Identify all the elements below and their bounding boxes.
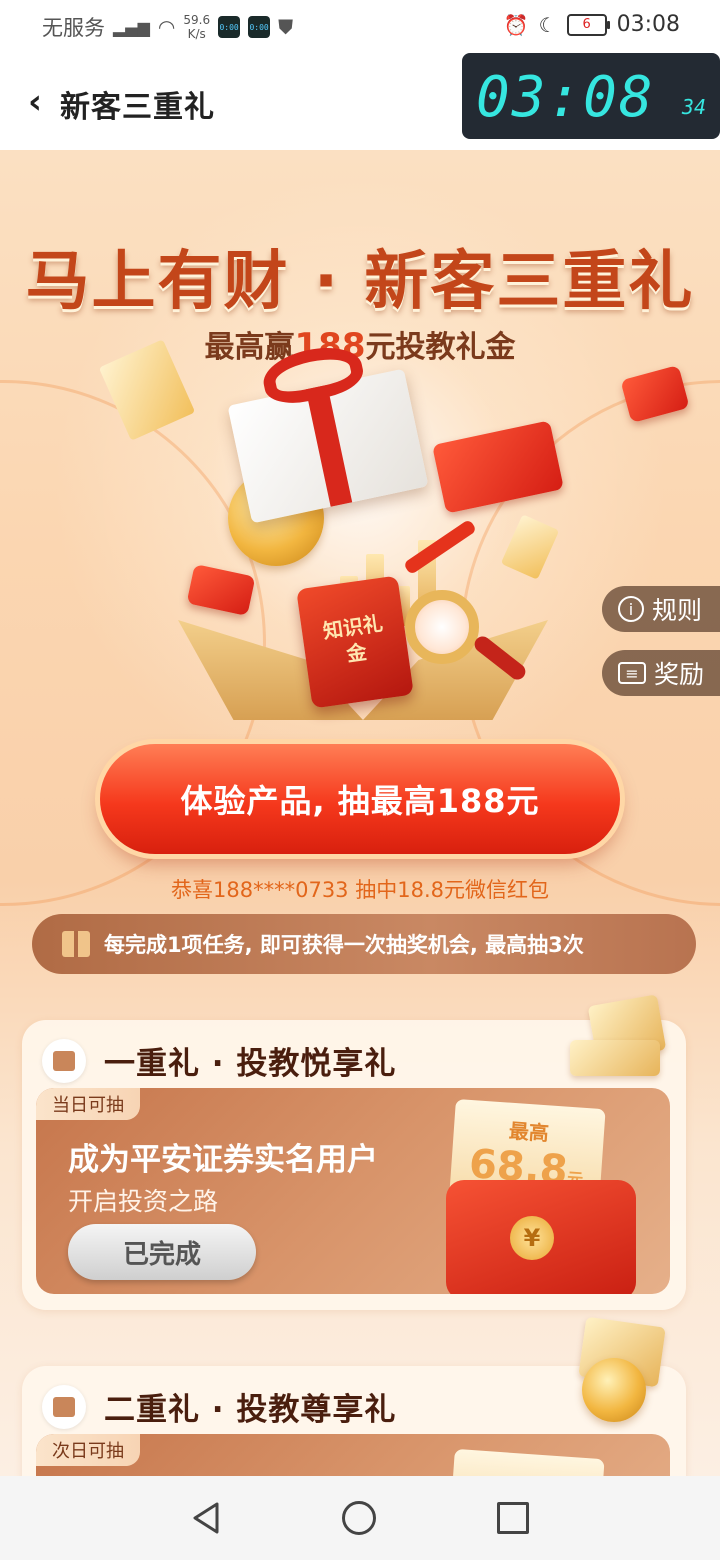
clock-main: 03:08	[476, 65, 655, 130]
status-time: 03:08	[616, 12, 680, 37]
gift-icon	[62, 931, 90, 957]
notice-text: 每完成1项任务, 即可获得一次抽奖机会, 最高抽3次	[104, 933, 584, 957]
carrier-label: 无服务	[42, 16, 105, 40]
rewards-label: 奖励	[654, 660, 705, 689]
wifi-icon: ◠	[157, 15, 176, 39]
clock-app-icon-2: 0:00	[248, 16, 271, 38]
moon-icon: ☾	[538, 12, 557, 37]
back-arrow-icon[interactable]: ‹	[28, 82, 42, 122]
task-panel: 当日可抽 成为平安证券实名用户 开启投资之路 已完成 最高 68.8元 ¥	[36, 1088, 670, 1294]
floating-clock-widget[interactable]: 03:08 34	[462, 53, 720, 139]
lottery-notice-bar: 每完成1项任务, 即可获得一次抽奖机会, 最高抽3次	[32, 914, 696, 974]
gift-icon	[42, 1384, 86, 1429]
prize-ticket	[449, 1448, 605, 1476]
page-title: 新客三重礼	[60, 90, 215, 125]
reward-card-2: 二重礼 · 投教尊享礼 次日可抽	[22, 1316, 686, 1476]
status-right: ⏰ ☾ 6 03:08	[504, 12, 680, 37]
system-nav-bar	[0, 1476, 720, 1560]
task-completed-button[interactable]: 已完成	[68, 1224, 256, 1280]
nav-recent-apps-icon[interactable]	[497, 1502, 530, 1534]
rules-label: 规则	[652, 596, 703, 625]
card-title: 二重礼 · 投教尊享礼	[104, 1392, 397, 1428]
status-left: 无服务 ▂▄▆ ◠ 59.6 K/s 0:00 0:00 ⛊	[42, 12, 293, 42]
card-header: 一重礼 · 投教悦享礼	[42, 1038, 396, 1083]
magnifier-icon	[405, 590, 479, 664]
net-speed-unit: K/s	[187, 27, 206, 41]
winner-marquee: 恭喜188****0733 抽中18.8元微信红包	[171, 878, 549, 902]
coin-wheel-decor	[582, 1358, 646, 1422]
net-speed: 59.6 K/s	[183, 13, 210, 41]
net-speed-value: 59.6	[183, 13, 211, 27]
alarm-icon: ⏰	[503, 12, 529, 37]
rules-button[interactable]: i 规则	[602, 586, 720, 632]
clock-seconds: 34	[681, 95, 706, 119]
clock-app-icon: 0:00	[218, 16, 241, 38]
card-title: 一重礼 · 投教悦享礼	[104, 1046, 397, 1082]
nav-home-icon[interactable]	[341, 1501, 376, 1535]
gift-ribbon	[305, 384, 353, 507]
rewards-button[interactable]: ≡ 奖励	[602, 650, 720, 696]
ticket-icon: ≡	[618, 662, 646, 684]
draw-cta-button[interactable]: 体验产品, 抽最高188元	[100, 744, 620, 854]
draw-day-tag: 当日可抽	[36, 1088, 140, 1120]
yen-coin-icon: ¥	[510, 1216, 554, 1260]
draw-day-tag: 次日可抽	[36, 1434, 140, 1466]
campaign-page[interactable]: 马上有财 · 新客三重礼 最高赢188元投教礼金 知识礼金 i 规则 ≡ 奖励 …	[0, 150, 720, 1476]
hero-headline: 马上有财 · 新客三重礼	[25, 245, 695, 319]
subline-suffix: 元投教礼金	[365, 330, 516, 365]
task-title: 成为平安证券实名用户	[68, 1142, 378, 1178]
reward-card-1: 一重礼 · 投教悦享礼 当日可抽 成为平安证券实名用户 开启投资之路 已完成 最…	[22, 994, 686, 1310]
task-subtitle: 开启投资之路	[68, 1187, 219, 1216]
signal-icon: ▂▄▆	[113, 17, 150, 37]
battery-icon: 6	[566, 13, 610, 36]
task-panel: 次日可抽	[36, 1434, 670, 1476]
nav-back-icon[interactable]	[191, 1501, 221, 1535]
info-icon: i	[618, 596, 644, 622]
card-header: 二重礼 · 投教尊享礼	[42, 1384, 396, 1429]
packet-label: 知识礼金	[321, 611, 385, 667]
status-bar: 无服务 ▂▄▆ ◠ 59.6 K/s 0:00 0:00 ⛊ ⏰ ☾ 6 03:…	[0, 0, 720, 52]
gift-stack-decor	[570, 1040, 660, 1076]
shield-icon: ⛊	[278, 15, 294, 39]
gift-icon	[42, 1038, 86, 1083]
knowledge-red-packet: 知识礼金	[296, 575, 414, 709]
